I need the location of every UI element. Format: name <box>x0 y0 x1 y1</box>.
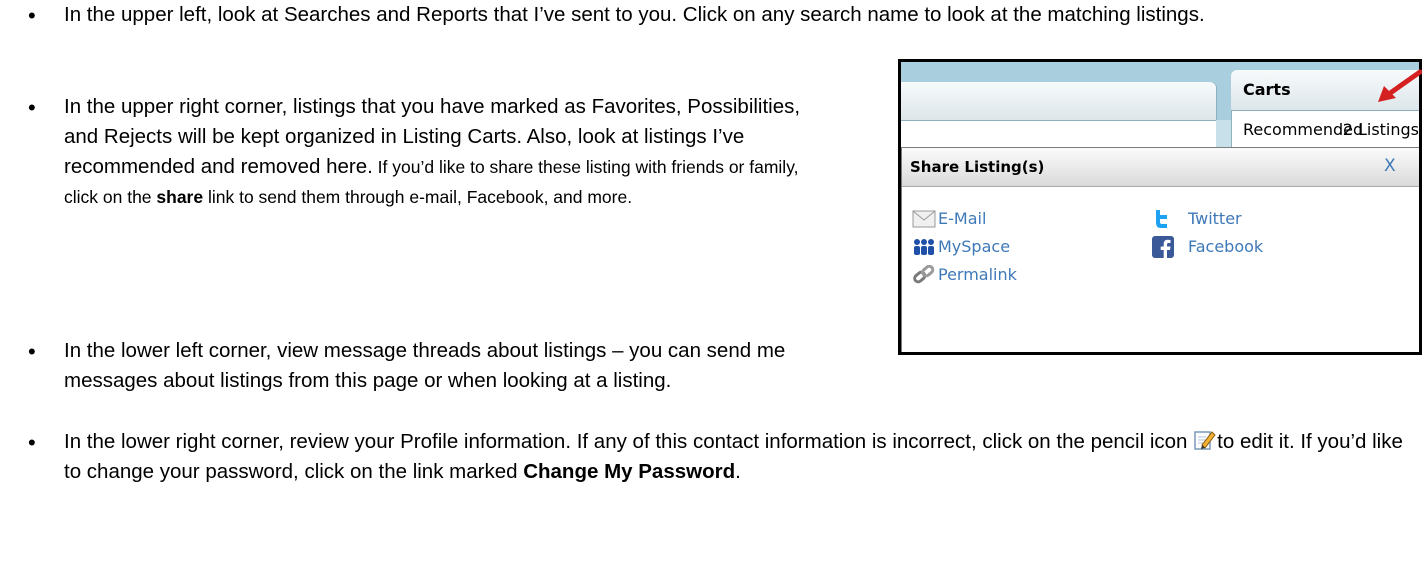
instruction-profile-end: . <box>735 460 741 483</box>
change-password-keyword: Change My Password <box>523 460 736 483</box>
bullet-marker: • <box>28 430 36 455</box>
share-email-option[interactable]: E-Mail <box>938 209 986 228</box>
envelope-icon <box>912 210 936 228</box>
share-popup-heading: Share Listing(s) <box>910 158 1045 176</box>
share-twitter-option[interactable]: Twitter <box>1188 209 1242 228</box>
instruction-carts-share-post: link to send them through e-mail, Facebo… <box>203 187 633 207</box>
close-icon[interactable]: X <box>1384 156 1396 176</box>
share-keyword: share <box>156 187 204 207</box>
instruction-profile: In the lower right corner, review your P… <box>64 427 1414 487</box>
red-arrow-icon <box>1378 69 1422 102</box>
instruction-searches: In the upper left, look at Searches and … <box>64 3 1205 26</box>
bullet-marker: • <box>28 339 36 364</box>
share-popup-wide-layer: Share Listing(s) X E-Mail Twitter MySpac… <box>901 62 1419 352</box>
instruction-carts: In the upper right corner, listings that… <box>64 92 824 212</box>
instruction-profile-pre: In the lower right corner, review your P… <box>64 430 1194 453</box>
pencil-edit-icon <box>1194 431 1216 450</box>
bullet-marker: • <box>28 95 36 120</box>
myspace-icon <box>914 239 934 255</box>
twitter-icon <box>1156 210 1167 228</box>
share-facebook-option[interactable]: Facebook <box>1188 237 1263 256</box>
instruction-messages: In the lower left corner, view message t… <box>64 339 786 392</box>
facebook-icon <box>1152 236 1174 258</box>
share-popup-wide: Share Listing(s) X E-Mail Twitter MySpac… <box>901 147 1419 352</box>
bullet-marker: • <box>28 3 36 28</box>
share-myspace-option[interactable]: MySpace <box>938 237 1010 256</box>
share-permalink-option[interactable]: Permalink <box>938 265 1017 284</box>
chain-link-icon <box>913 265 935 284</box>
